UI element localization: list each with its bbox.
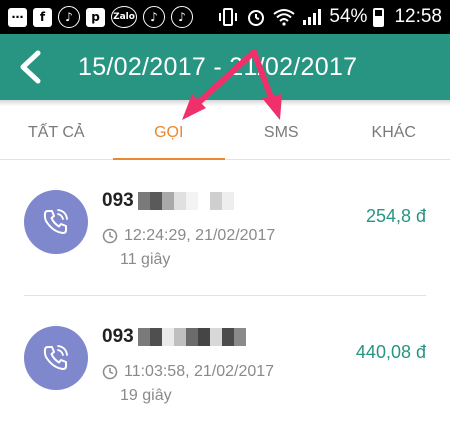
clock-icon — [102, 228, 118, 244]
call-cost: 440,08 đ — [355, 342, 426, 362]
call-list-item[interactable]: 093 12:24:29, 21/02/2017 11 giây 254,8 đ — [24, 160, 426, 296]
zalo-icon: Zalo — [111, 6, 137, 28]
call-list: 093 12:24:29, 21/02/2017 11 giây 254,8 đ… — [0, 160, 450, 432]
call-timestamp: 11:03:58, 21/02/2017 — [124, 363, 275, 380]
masked-digits — [137, 192, 234, 210]
wifi-icon — [273, 7, 296, 27]
p-app-icon: p — [86, 7, 105, 27]
phone-call-icon — [43, 345, 68, 370]
date-range-title: 15/02/2017 - 21/02/2017 — [78, 52, 358, 81]
tab-other[interactable]: KHÁC — [338, 106, 450, 159]
music-icon: ♪ — [143, 6, 165, 28]
call-duration: 11 giây — [120, 251, 171, 268]
call-duration: 19 giây — [120, 387, 172, 404]
phone-number-prefix: 093 — [102, 326, 134, 347]
app-header: 15/02/2017 - 21/02/2017 — [0, 34, 450, 100]
phone-number: 093 — [102, 190, 234, 212]
music-icon: ♪ — [58, 6, 80, 28]
call-timestamp: 12:24:29, 21/02/2017 — [124, 227, 276, 244]
clock-time: 12:58 — [394, 6, 442, 27]
call-avatar — [24, 190, 88, 254]
call-list-item[interactable]: 093 11:03:58, 21/02/2017 19 giây 440,08 … — [24, 296, 426, 432]
battery-percent: 54% — [329, 6, 368, 27]
more-icon: ⋯ — [8, 7, 27, 27]
vibrate-icon — [217, 7, 239, 27]
status-system: 54% 12:58 — [217, 6, 442, 28]
status-bar: ⋯ f ♪ p Zalo ♪ ♪ 54% 12:58 — [0, 0, 450, 34]
signal-icon — [301, 7, 323, 27]
facebook-icon: f — [33, 7, 52, 27]
tab-sms[interactable]: SMS — [225, 106, 338, 159]
tab-calls[interactable]: GỌI — [112, 106, 226, 160]
clock-icon — [102, 364, 118, 380]
battery-icon — [373, 7, 385, 27]
back-button[interactable] — [0, 34, 60, 100]
filter-tabs: TẤT CẢ GỌI SMS KHÁC — [0, 106, 450, 160]
phone-call-icon — [43, 209, 68, 234]
phone-number: 093 — [102, 326, 246, 348]
status-notifications: ⋯ f ♪ p Zalo ♪ ♪ — [8, 6, 217, 28]
masked-digits — [137, 328, 246, 346]
alarm-icon — [245, 7, 267, 27]
tab-all[interactable]: TẤT CẢ — [0, 106, 113, 159]
call-time-row: 11:03:58, 21/02/2017 — [102, 363, 274, 381]
music-icon: ♪ — [171, 6, 193, 28]
call-time-row: 12:24:29, 21/02/2017 — [102, 227, 275, 245]
call-avatar — [24, 326, 88, 390]
back-arrow-icon — [20, 50, 41, 84]
phone-number-prefix: 093 — [102, 190, 134, 211]
call-cost: 254,8 đ — [365, 206, 426, 226]
